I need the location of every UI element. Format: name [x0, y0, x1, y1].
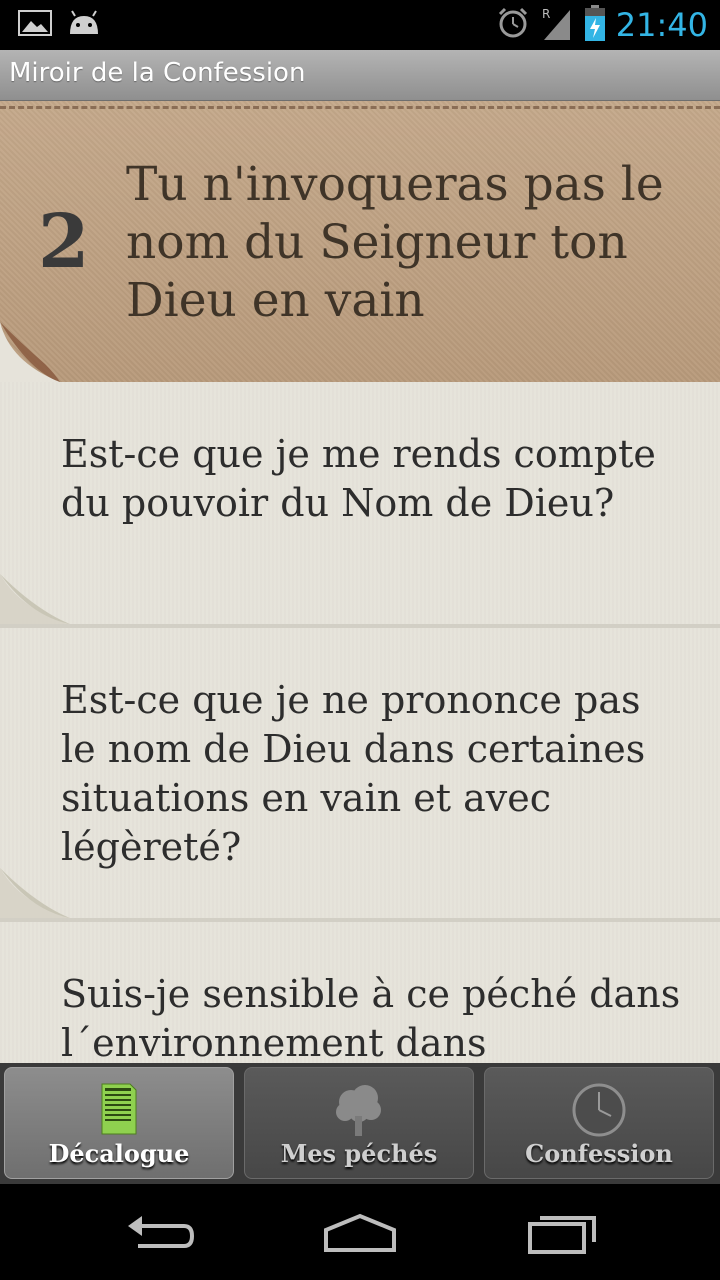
app-title: Miroir de la Confession	[9, 58, 306, 88]
system-nav-bar	[0, 1184, 720, 1280]
svg-text:R: R	[542, 7, 550, 21]
tree-icon	[331, 1082, 387, 1142]
tab-confession[interactable]: Confession	[484, 1067, 714, 1179]
action-bar: Miroir de la Confession	[0, 50, 720, 101]
recents-icon[interactable]	[522, 1208, 602, 1258]
stitch-line	[0, 106, 720, 109]
battery-icon	[584, 4, 606, 46]
page-curl-icon	[0, 574, 70, 624]
status-bar: R 21:40	[0, 0, 720, 50]
question-item[interactable]: Suis-je sensible à ce péché dans l´envir…	[0, 922, 720, 1063]
status-time: 21:40	[615, 6, 708, 44]
tab-bar: Décalogue Mes péchés Confession	[0, 1063, 720, 1184]
tab-decalogue[interactable]: Décalogue	[4, 1067, 234, 1179]
page-curl-icon	[0, 322, 60, 382]
question-item[interactable]: Est-ce que je ne prononce pas le nom de …	[0, 628, 720, 922]
tab-label: Mes péchés	[280, 1139, 438, 1168]
commandment-title: Tu n'invoqueras pas le nom du Seigneur t…	[126, 157, 664, 328]
signal-icon: R	[540, 4, 574, 46]
alarm-icon	[496, 6, 530, 44]
tab-label: Confession	[525, 1139, 673, 1168]
back-icon[interactable]	[120, 1208, 200, 1258]
android-icon	[66, 8, 102, 42]
image-icon	[18, 8, 52, 42]
question-text: Est-ce que je ne prononce pas le nom de …	[61, 678, 646, 869]
tab-label: Décalogue	[48, 1139, 190, 1168]
page-curl-icon	[0, 868, 70, 918]
decalogue-icon	[100, 1082, 138, 1140]
question-text: Suis-je sensible à ce péché dans l´envir…	[61, 972, 681, 1063]
home-icon[interactable]	[320, 1208, 400, 1258]
tab-mes-peches[interactable]: Mes péchés	[244, 1067, 474, 1179]
commandment-number: 2	[38, 199, 90, 285]
question-item[interactable]: Est-ce que je me rends compte du pouvoir…	[0, 382, 720, 628]
clock-icon	[571, 1082, 627, 1142]
commandment-header: 2 Tu n'invoqueras pas le nom du Seigneur…	[0, 101, 720, 382]
content-scroll-area[interactable]: 2 Tu n'invoqueras pas le nom du Seigneur…	[0, 101, 720, 1063]
question-text: Est-ce que je me rends compte du pouvoir…	[61, 432, 656, 525]
